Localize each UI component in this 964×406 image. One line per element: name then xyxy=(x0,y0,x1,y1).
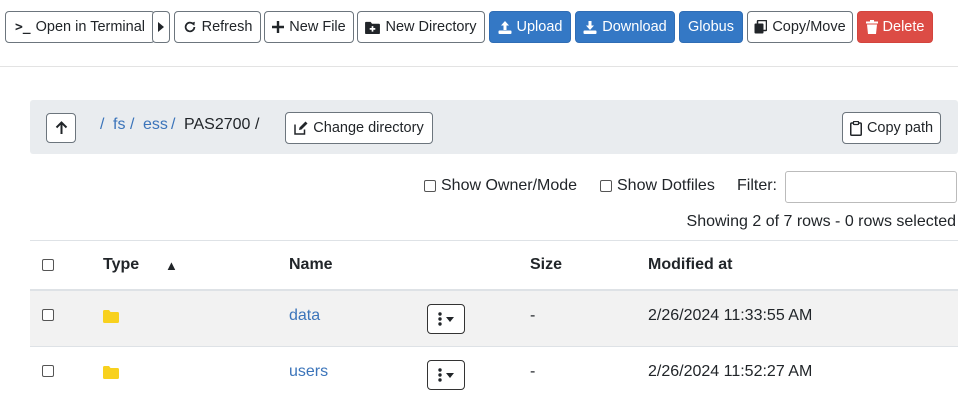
upload-button[interactable]: Upload xyxy=(489,11,571,43)
change-directory-button[interactable]: Change directory xyxy=(285,112,433,144)
copy-icon xyxy=(754,20,768,34)
terminal-icon: >_ xyxy=(14,19,31,35)
row-name-link[interactable]: data xyxy=(289,307,320,325)
column-header-size[interactable]: Size xyxy=(530,256,562,274)
row-size: - xyxy=(530,307,536,324)
row-modified: 2/26/2024 11:33:55 AM xyxy=(648,307,813,324)
terminal-dropdown-toggle[interactable] xyxy=(152,11,170,43)
sort-ascending-indicator[interactable]: ▲ xyxy=(165,258,178,273)
new-directory-button[interactable]: New Directory xyxy=(357,11,485,43)
upload-icon xyxy=(498,21,512,34)
show-dotfiles-checkbox[interactable] xyxy=(600,180,612,192)
table-row[interactable] xyxy=(30,291,958,346)
column-header-type[interactable]: Type xyxy=(103,256,139,274)
change-directory-label: Change directory xyxy=(313,120,424,136)
row-actions-menu-button[interactable] xyxy=(427,360,465,390)
folder-icon xyxy=(103,366,119,379)
row-name-link[interactable]: users xyxy=(289,363,328,381)
refresh-icon xyxy=(184,21,195,33)
folder-icon xyxy=(103,310,119,323)
show-owner-mode-label[interactable]: Show Owner/Mode xyxy=(441,177,577,195)
rows-summary: Showing 2 of 7 rows - 0 rows selected xyxy=(686,213,956,230)
table-row[interactable] xyxy=(30,347,958,402)
refresh-button[interactable]: Refresh xyxy=(174,11,261,43)
new-file-label: New File xyxy=(289,19,346,35)
column-header-name[interactable]: Name xyxy=(289,256,333,274)
upload-label: Upload xyxy=(516,19,563,35)
table-top-border xyxy=(30,240,958,241)
clipboard-icon xyxy=(849,120,862,136)
copy-path-label: Copy path xyxy=(866,120,934,136)
row-checkbox[interactable] xyxy=(42,309,54,321)
filter-input[interactable] xyxy=(785,171,957,203)
row-modified: 2/26/2024 11:52:27 AM xyxy=(648,363,813,380)
vertical-dots-icon xyxy=(438,312,442,326)
folder-plus-icon xyxy=(365,21,381,34)
breadcrumb-bar xyxy=(30,100,958,154)
parent-directory-button[interactable] xyxy=(46,113,76,143)
breadcrumb-ess[interactable]: ess xyxy=(143,116,168,134)
select-all-checkbox[interactable] xyxy=(42,259,54,271)
delete-label: Delete xyxy=(882,19,925,35)
breadcrumb-separator: / xyxy=(255,116,260,133)
copy-move-label: Copy/Move xyxy=(772,19,846,35)
column-header-modified[interactable]: Modified at xyxy=(648,256,732,274)
breadcrumb-separator: / xyxy=(171,116,176,133)
copy-move-button[interactable]: Copy/Move xyxy=(747,11,853,43)
breadcrumb-root-separator[interactable]: / xyxy=(100,116,104,134)
globus-label: Globus xyxy=(688,19,734,35)
caret-down-icon xyxy=(446,316,454,322)
caret-right-icon xyxy=(158,22,164,32)
show-owner-mode-checkbox[interactable] xyxy=(424,180,436,192)
breadcrumb-current: PAS2700 xyxy=(184,116,251,133)
plus-icon xyxy=(272,21,285,33)
arrow-up-icon xyxy=(55,121,67,134)
toolbar-divider xyxy=(0,66,958,67)
caret-down-icon xyxy=(446,372,454,378)
delete-button[interactable]: Delete xyxy=(857,11,933,43)
row-checkbox[interactable] xyxy=(42,365,54,377)
download-button[interactable]: Download xyxy=(575,11,675,43)
breadcrumb-fs[interactable]: fs xyxy=(113,116,125,134)
new-directory-label: New Directory xyxy=(385,19,477,35)
row-size: - xyxy=(530,363,536,380)
globus-button[interactable]: Globus xyxy=(679,11,743,43)
trash-icon xyxy=(865,20,878,34)
show-dotfiles-label[interactable]: Show Dotfiles xyxy=(617,177,715,195)
filter-label: Filter: xyxy=(737,177,777,194)
breadcrumb-separator: / xyxy=(130,116,135,133)
new-file-button[interactable]: New File xyxy=(264,11,354,43)
refresh-label: Refresh xyxy=(201,19,253,35)
open-in-terminal-button[interactable]: >_ Open in Terminal xyxy=(5,11,155,43)
row-actions-menu-button[interactable] xyxy=(427,304,465,334)
download-label: Download xyxy=(602,19,667,35)
edit-icon xyxy=(294,121,308,135)
vertical-dots-icon xyxy=(438,368,442,382)
download-icon xyxy=(583,21,597,34)
copy-path-button[interactable]: Copy path xyxy=(842,112,941,144)
open-in-terminal-label: Open in Terminal xyxy=(35,19,145,35)
